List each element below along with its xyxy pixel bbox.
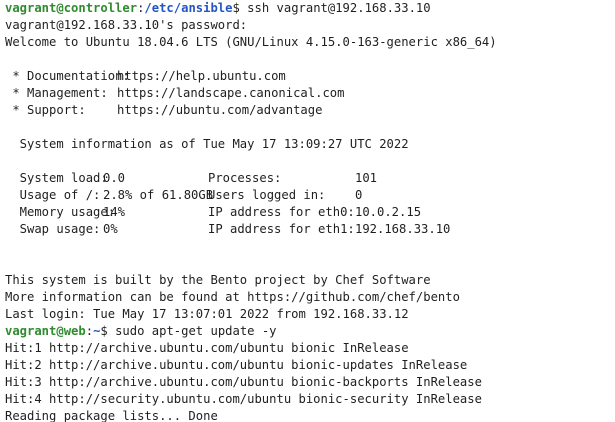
motd-link-url: https://landscape.canonical.com [117, 86, 345, 100]
motd-link-label: * Management: [5, 86, 108, 100]
last-login-line: Last login: Tue May 17 13:07:01 2022 fro… [5, 307, 409, 321]
stat-label-2: Users logged in: [208, 188, 326, 202]
prompt-path: /etc/ansible [144, 1, 233, 15]
stats-row: Usage of /: 2.8% of 61.80GBUsers logged i… [5, 187, 615, 204]
apt-output-line: Reading package lists... Done [5, 409, 218, 422]
welcome-message: Welcome to Ubuntu 18.04.6 LTS (GNU/Linux… [5, 35, 497, 49]
prompt-separator: : [85, 324, 94, 338]
stat-label-2: Processes: [208, 171, 282, 185]
apt-output-line: Hit:3 http://archive.ubuntu.com/ubuntu b… [5, 375, 482, 389]
command-text: sudo apt-get update -y [115, 324, 277, 338]
apt-output-line: Hit:4 http://security.ubuntu.com/ubuntu … [5, 392, 482, 406]
stat-value-2: 0 [355, 188, 363, 202]
stat-label-2: IP address for eth0: [208, 205, 355, 219]
stats-row: System load:0.0 Processes: 101 [5, 170, 615, 187]
terminal-window[interactable]: vagrant@controller:/etc/ansible$ ssh vag… [0, 0, 615, 422]
stat-value: 14% [103, 205, 126, 219]
stat-label-2: IP address for eth1: [208, 222, 355, 236]
motd-link-url: https://help.ubuntu.com [117, 69, 286, 83]
motd-link-url: https://ubuntu.com/advantage [117, 103, 323, 117]
stat-label: Swap usage: [5, 222, 101, 236]
stat-value-2: 192.168.33.10 [355, 222, 451, 236]
motd-link-row: * Documentation:https://help.ubuntu.com [5, 68, 615, 85]
bento-info-line: More information can be found at https:/… [5, 290, 460, 304]
motd-link-row: * Management: https://landscape.canonical… [5, 85, 615, 102]
prompt-symbol: $ [100, 324, 116, 338]
stats-row: Swap usage: 0% IP address for eth1:192.168… [5, 221, 615, 238]
command-text: ssh vagrant@192.168.33.10 [247, 1, 431, 15]
stat-value-2: 10.0.2.15 [355, 205, 422, 219]
stat-label: System load: [5, 171, 108, 185]
prompt-user-host: vagrant@controller [5, 1, 138, 15]
stat-value: 2.8% of 61.80GB [103, 188, 214, 202]
stat-value: 0% [103, 222, 118, 236]
apt-output-line: Hit:2 http://archive.ubuntu.com/ubuntu b… [5, 358, 468, 372]
stat-value-2: 101 [355, 171, 378, 185]
stat-label: Usage of /: [5, 188, 101, 202]
stat-value: 0.0 [103, 171, 126, 185]
motd-link-row: * Support: https://ubuntu.com/advantage [5, 102, 615, 119]
password-prompt: vagrant@192.168.33.10's password: [5, 18, 248, 32]
motd-link-label: * Support: [5, 103, 86, 117]
prompt-user-host: vagrant@web [5, 324, 86, 338]
bento-info-line: This system is built by the Bento projec… [5, 273, 431, 287]
apt-output-line: Hit:1 http://archive.ubuntu.com/ubuntu b… [5, 341, 409, 355]
motd-link-label: * Documentation: [5, 69, 130, 83]
prompt-symbol: $ [232, 1, 248, 15]
sysinfo-header: System information as of Tue May 17 13:0… [5, 137, 409, 151]
stat-label: Memory usage: [5, 205, 116, 219]
stats-row: Memory usage:14% IP address for eth0:10.0… [5, 204, 615, 221]
prompt-line-web: vagrant@web:~$ sudo apt-get update -y [5, 323, 615, 340]
prompt-line-controller: vagrant@controller:/etc/ansible$ ssh vag… [5, 0, 615, 17]
